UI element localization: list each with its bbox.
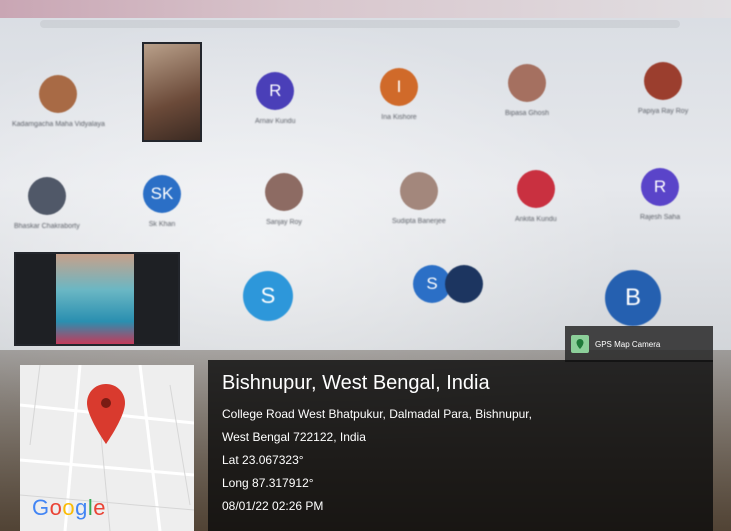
avatar: R <box>256 72 295 110</box>
participant-name: Kadamgacha Maha Vidyalaya <box>12 121 105 128</box>
browser-tab-bar <box>0 0 731 18</box>
location-map: Google <box>20 365 194 531</box>
participant-name: Sanjay Roy <box>266 219 302 226</box>
avatar <box>507 64 546 102</box>
avatar: S <box>243 271 293 321</box>
participant-tile: Bipasa Ghosh <box>505 64 549 117</box>
participant-name: Bhaskar Chakraborty <box>14 223 80 230</box>
map-pin-icon <box>87 384 125 444</box>
participant-video <box>142 42 202 142</box>
avatar <box>265 173 303 211</box>
avatar <box>516 170 555 208</box>
avatar <box>445 265 483 303</box>
address-line-1: College Road West Bhatpukur, Dalmadal Pa… <box>222 407 532 421</box>
address-bar <box>40 20 680 28</box>
address-line-2: West Bengal 722122, India <box>222 430 366 444</box>
participant-tile: Papiya Ray Roy <box>638 62 688 115</box>
avatar <box>39 75 78 113</box>
participant-tile: B <box>605 270 661 326</box>
participant-tile: Sudipta Banerjee <box>392 172 446 225</box>
participant-name: Ankita Kundu <box>515 216 557 223</box>
participant-tile: SK Sk Khan <box>143 175 181 228</box>
place-title: Bishnupur, West Bengal, India <box>222 372 490 394</box>
avatar-group: S <box>413 265 483 305</box>
avatar <box>399 172 438 210</box>
avatar: B <box>605 270 661 326</box>
timestamp: 08/01/22 02:26 PM <box>222 499 324 513</box>
participant-tile: R Arnav Kundu <box>255 72 295 125</box>
participant-tile: Ankita Kundu <box>515 170 557 223</box>
video-feed <box>56 254 134 344</box>
avatar <box>27 177 66 215</box>
participant-name: Ina Kishore <box>381 114 417 121</box>
participant-name: Sk Khan <box>148 221 176 228</box>
google-logo: Google <box>32 495 107 520</box>
gps-badge-label: GPS Map Camera <box>595 339 661 349</box>
avatar: R <box>641 168 680 206</box>
latitude: Lat 23.067323° <box>222 453 304 467</box>
avatar: SK <box>143 175 181 213</box>
location-info: Bishnupur, West Bengal, India College Ro… <box>208 360 713 531</box>
participant-tile: S <box>243 271 293 321</box>
map-pin-icon <box>571 335 589 353</box>
participant-name: Papiya Ray Roy <box>638 108 689 115</box>
participant-tile: I Ina Kishore <box>380 68 418 121</box>
participant-name: Rajesh Saha <box>640 214 681 221</box>
participant-name: Arnav Kundu <box>255 118 296 125</box>
participant-tile: S <box>413 265 483 305</box>
longitude: Long 87.317912° <box>222 476 314 490</box>
participant-video <box>14 252 180 346</box>
avatar <box>644 62 683 100</box>
participant-tile: Bhaskar Chakraborty <box>14 177 80 230</box>
participant-tile: R Rajesh Saha <box>640 168 680 221</box>
avatar: I <box>380 68 418 106</box>
participant-tile: Sanjay Roy <box>265 173 303 226</box>
participant-tile: Kadamgacha Maha Vidyalaya <box>12 75 105 128</box>
participant-name: Sudipta Banerjee <box>392 218 446 225</box>
gps-camera-badge: GPS Map Camera <box>565 326 713 362</box>
participant-name: Bipasa Ghosh <box>505 110 549 117</box>
